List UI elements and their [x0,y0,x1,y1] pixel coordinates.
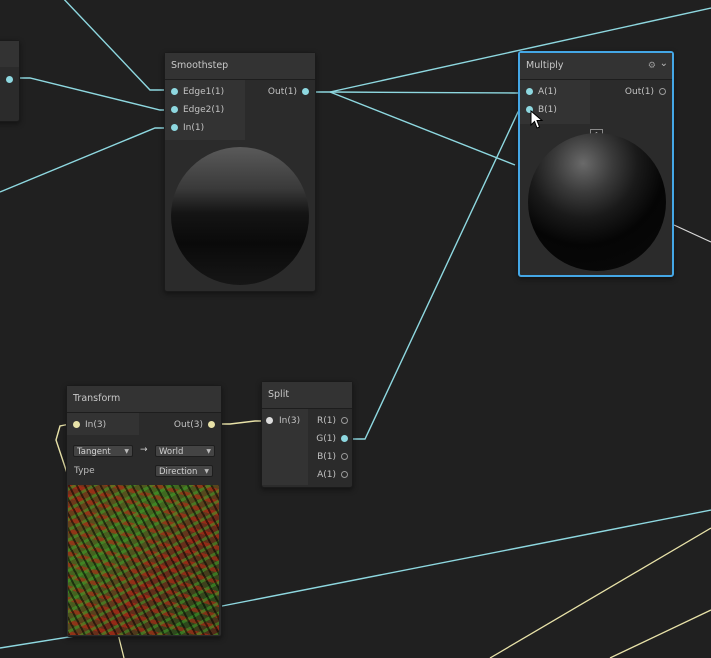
port-label: In(3) [279,416,301,426]
output-port-out[interactable]: Out(1) [268,83,309,101]
output-port-out[interactable]: Out(3) [174,416,215,434]
input-port-in[interactable]: In(3) [73,416,106,434]
port-label: Out(1) [267,87,297,97]
port-label: B(1) [317,452,336,462]
port-dot[interactable] [171,124,178,131]
dropdown-value: World [159,447,184,457]
port-dot[interactable] [302,88,309,95]
split-node[interactable]: Split In(3) R(1) G(1) B(1) A(1) [261,381,353,488]
gear-icon[interactable]: ⚙ [648,53,656,79]
node-header[interactable]: Split [262,382,352,409]
output-port-g[interactable]: G(1) [316,430,348,448]
mouse-cursor-icon [530,110,544,129]
wire-offscreen-top [63,0,165,91]
dropdown-value: Tangent [77,447,111,457]
input-port-edge2[interactable]: Edge2(1) [171,101,224,119]
input-port-in[interactable]: In(1) [171,119,204,137]
port-label: In(1) [183,123,205,133]
port-dot[interactable] [73,421,80,428]
port-dot[interactable] [341,471,348,478]
port-label: Out(3) [173,420,203,430]
port-label: A(1) [538,87,557,97]
node-header[interactable]: Multiply ⚙ ⌄ [520,53,672,80]
wire-split-g-to-multiply-b [348,111,526,440]
output-port-r[interactable]: R(1) [317,412,348,430]
wire-smoothstep-out-down [329,91,516,166]
dropdown-menu-icon[interactable]: ⌄ [660,51,668,77]
port-dot[interactable] [171,106,178,113]
port-dot[interactable] [266,417,273,424]
arrow-right-icon: → [140,445,148,455]
preview-sphere [171,147,309,285]
wire-smoothstep-to-multiply-a [311,91,524,94]
transform-node[interactable]: Transform In(3) Out(3) Tangent ▼ → World… [66,385,222,637]
wire-multiply-out-offscreen [673,224,711,243]
node-title: Multiply [526,60,564,71]
output-port-dot[interactable] [6,76,13,83]
port-label: G(1) [316,434,336,444]
port-dot[interactable] [341,435,348,442]
node-header[interactable]: Smoothstep [165,53,315,80]
port-dot[interactable] [659,88,666,95]
chevron-down-icon: ▼ [124,448,129,455]
wire-transform-to-split [216,420,266,425]
to-space-dropdown[interactable]: World ▼ [155,445,215,457]
output-port-a[interactable]: A(1) [317,466,348,484]
node-title: Transform [73,393,121,404]
input-port-in[interactable]: In(3) [266,412,300,430]
port-dot[interactable] [208,421,215,428]
preview-texture [68,485,219,635]
dropdown-value: Direction [159,467,198,477]
wire-bottom-4 [609,609,711,658]
smoothstep-node[interactable]: Smoothstep Edge1(1) Edge2(1) In(1) Out(1… [164,52,316,292]
multiply-node[interactable]: Multiply ⚙ ⌄ A(1) B(1) Out(1) ^ [518,51,674,277]
node-header[interactable]: Transform [67,386,221,413]
preview-sphere [528,133,666,271]
port-dot[interactable] [526,88,533,95]
output-port-b[interactable]: B(1) [317,448,348,466]
chevron-down-icon: ▼ [206,448,211,455]
offscreen-node-left[interactable] [0,40,20,122]
wire-offscreen-to-in [0,127,166,193]
graph-canvas[interactable]: Smoothstep Edge1(1) Edge2(1) In(1) Out(1… [0,0,711,658]
output-port-out[interactable]: Out(1) [625,83,666,101]
port-label: A(1) [317,470,336,480]
port-label: Edge1(1) [183,87,225,97]
node-title: Split [268,389,290,400]
port-dot[interactable] [341,417,348,424]
port-label: Out(1) [624,87,654,97]
input-port-a[interactable]: A(1) [526,83,557,101]
chevron-down-icon: ▼ [204,468,209,475]
input-port-edge1[interactable]: Edge1(1) [171,83,224,101]
from-space-dropdown[interactable]: Tangent ▼ [73,445,133,457]
port-label: R(1) [316,416,336,426]
type-label: Type [74,466,95,476]
port-label: In(3) [85,420,107,430]
wire-bottom-1 [216,509,711,608]
wire-bottom-5 [117,633,125,658]
type-dropdown[interactable]: Direction ▼ [155,465,213,477]
port-dot[interactable] [341,453,348,460]
port-label: Edge2(1) [183,105,225,115]
node-title: Smoothstep [171,60,229,71]
port-dot[interactable] [171,88,178,95]
